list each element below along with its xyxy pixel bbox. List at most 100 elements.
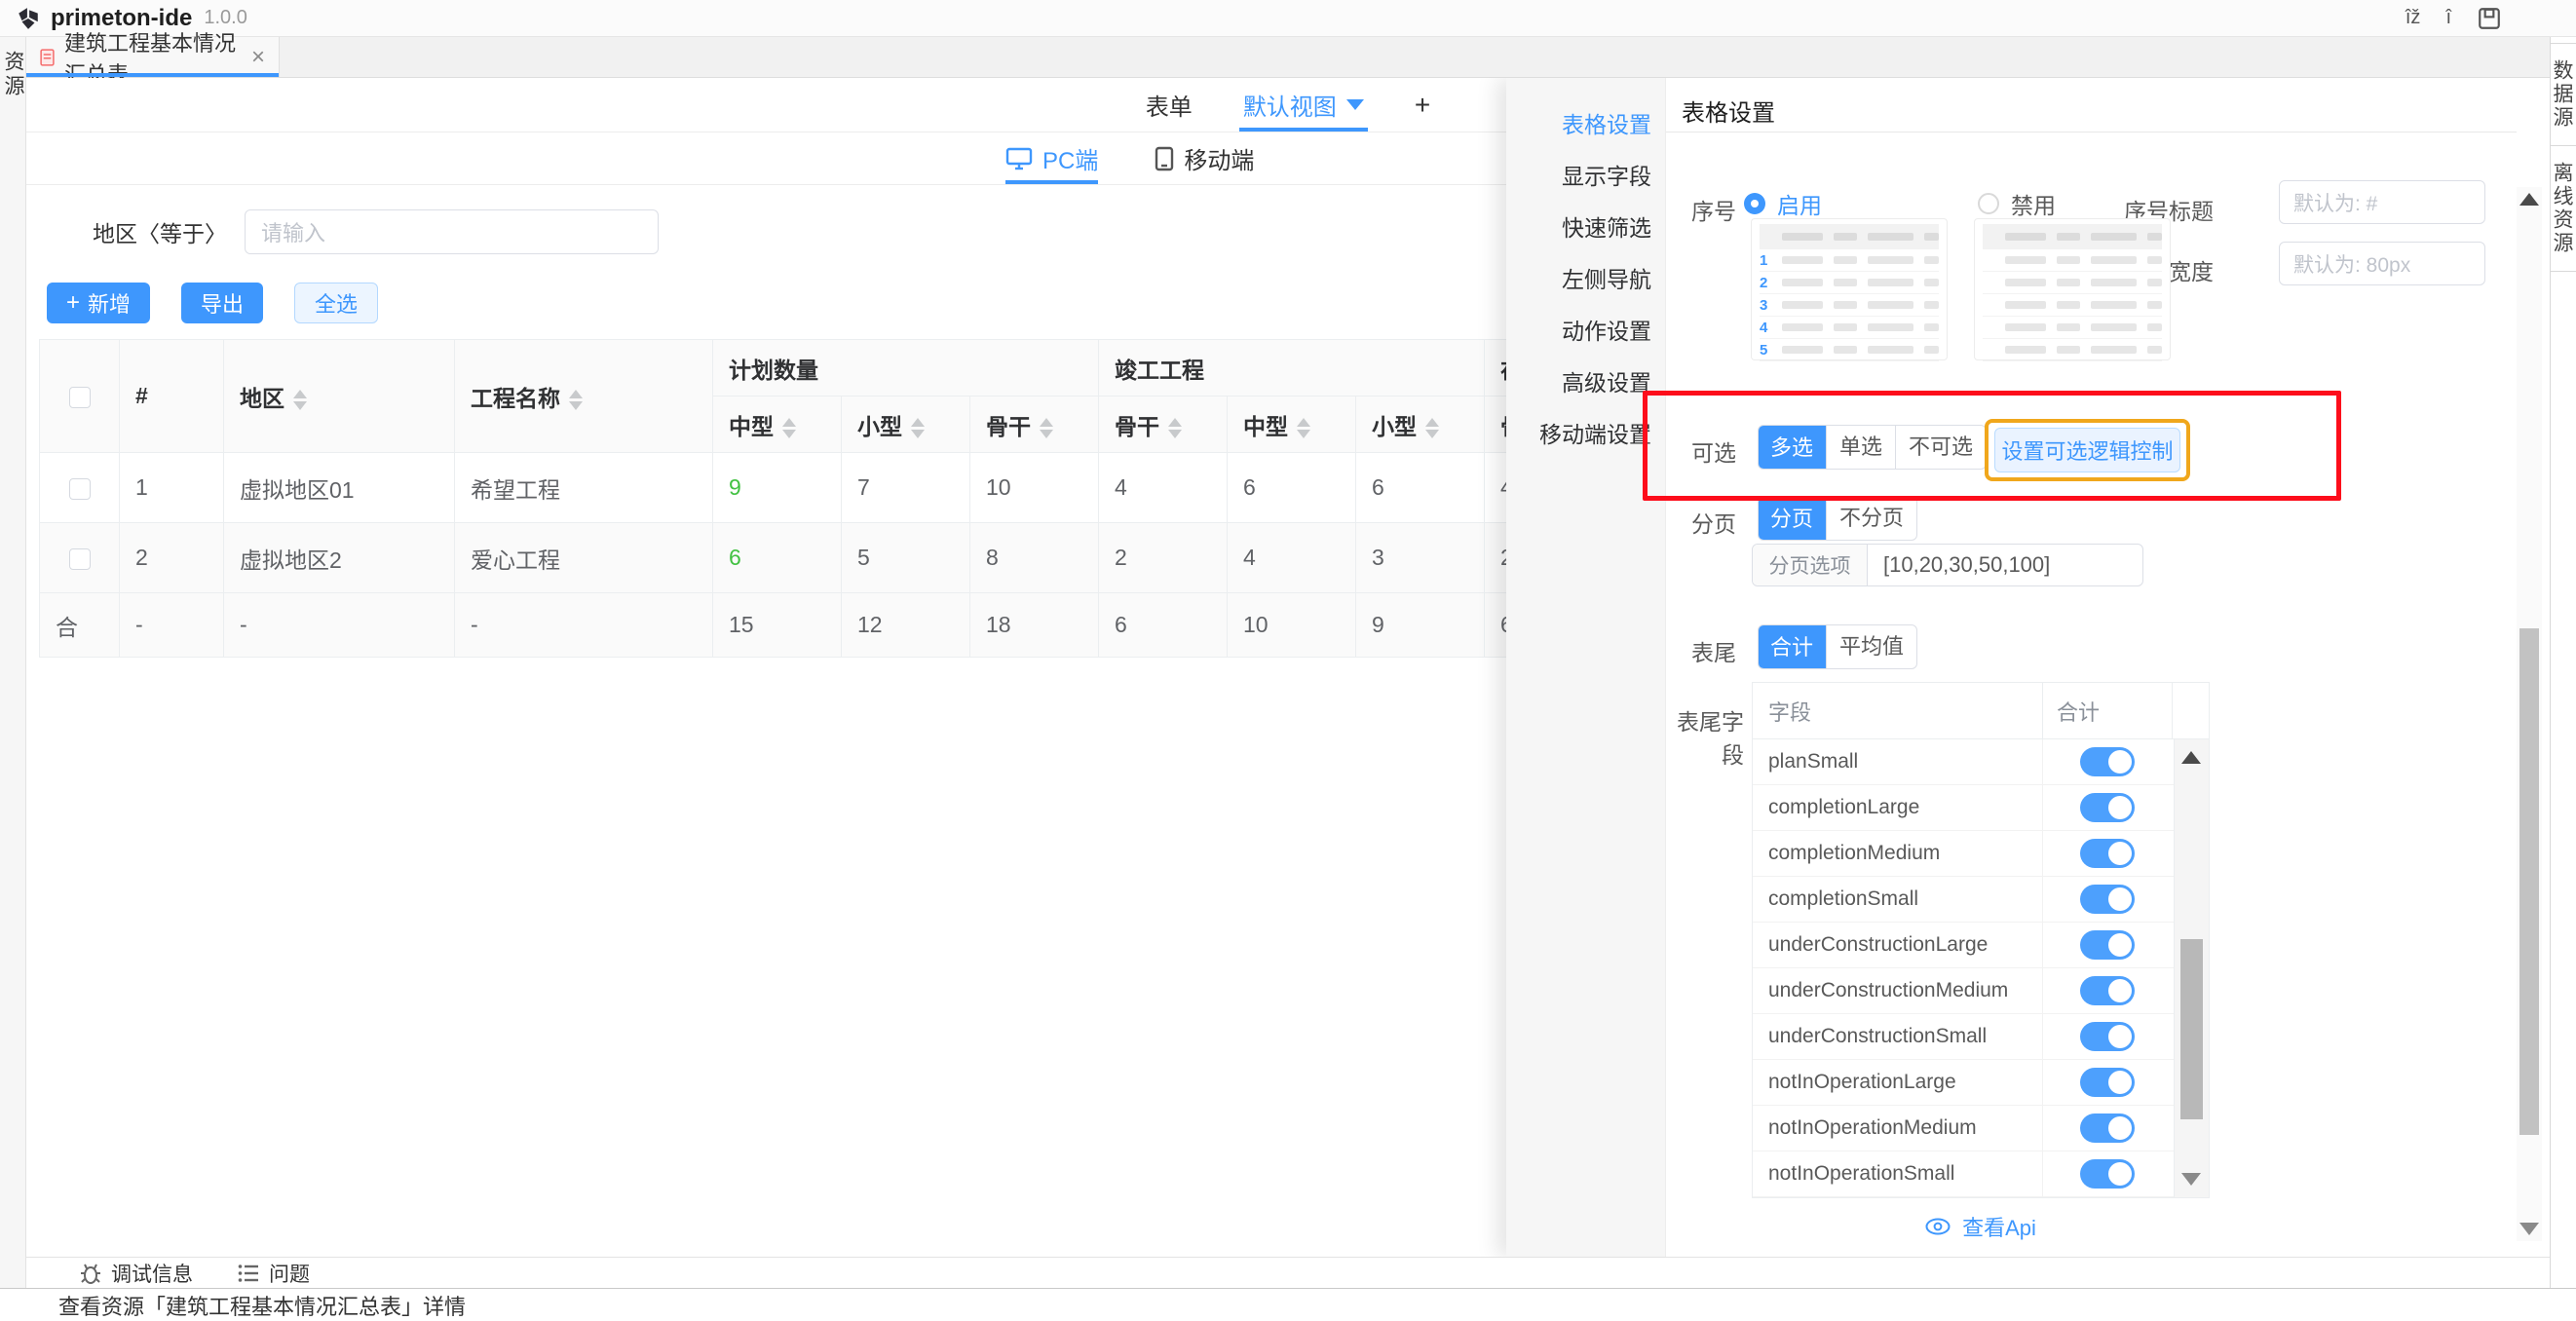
toggle-on[interactable] bbox=[2080, 747, 2135, 776]
add-button[interactable]: + 新增 bbox=[47, 283, 150, 323]
field-row: completionMedium bbox=[1753, 831, 2174, 877]
sidebar-item-1[interactable]: 表格设置 bbox=[1506, 99, 1665, 151]
field-row: notInOperationSmall bbox=[1753, 1151, 2174, 1197]
sub-column-header[interactable]: 骨干 bbox=[970, 396, 1099, 453]
preview-bar bbox=[2057, 346, 2080, 354]
tab-close-icon[interactable]: × bbox=[251, 44, 265, 71]
preview-bar bbox=[1924, 346, 1939, 354]
filter-input[interactable]: 请输入 bbox=[245, 209, 659, 254]
panel-scrollbar[interactable] bbox=[2517, 187, 2542, 1241]
cell: 15 bbox=[713, 593, 842, 658]
scroll-thumb[interactable] bbox=[2180, 939, 2203, 1119]
sidebar-item-4[interactable]: 左侧导航 bbox=[1506, 254, 1665, 306]
sub-column-header[interactable]: 中型 bbox=[713, 396, 842, 453]
select-all-button[interactable]: 全选 bbox=[294, 283, 378, 323]
sub-column-header[interactable]: 小型 bbox=[1356, 396, 1485, 453]
toggle-on[interactable] bbox=[2080, 976, 2135, 1005]
toggle-on[interactable] bbox=[2080, 1068, 2135, 1097]
cell: - bbox=[224, 593, 455, 658]
sidebar-item-3[interactable]: 快速筛选 bbox=[1506, 203, 1665, 254]
titlebar-glyph-2[interactable]: î bbox=[2445, 7, 2451, 29]
sort-icon[interactable] bbox=[1425, 418, 1439, 438]
rail-offline-resources[interactable]: 离线资源 bbox=[2551, 146, 2576, 272]
panel-scroll-down-icon[interactable] bbox=[2519, 1223, 2539, 1235]
tab-mobile[interactable]: 移动端 bbox=[1155, 132, 1254, 184]
serial-disable-radio[interactable]: 禁用 bbox=[1978, 187, 2056, 220]
cell: 2 bbox=[1099, 523, 1228, 593]
sort-icon[interactable] bbox=[1040, 418, 1053, 438]
segment-option[interactable]: 合计 bbox=[1758, 624, 1826, 669]
toggle-on[interactable] bbox=[2080, 839, 2135, 868]
preview-row bbox=[1760, 224, 1939, 249]
sort-icon[interactable] bbox=[1168, 418, 1182, 438]
sort-icon[interactable] bbox=[911, 418, 925, 438]
segment-option[interactable]: 平均值 bbox=[1826, 625, 1916, 668]
column-header[interactable]: # bbox=[120, 340, 224, 453]
save-icon[interactable] bbox=[2477, 6, 2502, 31]
rail-resources[interactable]: 资源 bbox=[0, 51, 27, 99]
panel-scroll-thumb[interactable] bbox=[2519, 628, 2539, 1135]
sort-icon[interactable] bbox=[293, 390, 307, 410]
sub-column-header[interactable]: 小型 bbox=[842, 396, 970, 453]
panel-scroll-up-icon[interactable] bbox=[2519, 193, 2539, 206]
preview-bar bbox=[2147, 346, 2162, 354]
toggle-on[interactable] bbox=[2080, 885, 2135, 914]
serial-title-input[interactable]: 默认为: # bbox=[2279, 180, 2485, 224]
cell: 6 bbox=[713, 523, 842, 593]
tab-default-view[interactable]: 默认视图 bbox=[1243, 78, 1364, 132]
tab-pc[interactable]: PC端 bbox=[1005, 132, 1098, 184]
sidebar-item-5[interactable]: 动作设置 bbox=[1506, 306, 1665, 358]
segment-option[interactable]: 不分页 bbox=[1826, 497, 1916, 540]
debug-info-item[interactable]: 调试信息 bbox=[80, 1259, 193, 1288]
export-button[interactable]: 导出 bbox=[181, 283, 263, 323]
column-header[interactable]: 工程名称 bbox=[455, 340, 713, 453]
serial-width-input[interactable]: 默认为: 80px bbox=[2279, 242, 2485, 285]
sort-icon[interactable] bbox=[782, 418, 796, 438]
row-checkbox[interactable] bbox=[69, 548, 91, 570]
table-footer-label: 表尾 bbox=[1666, 634, 1736, 667]
fields-scrollbar[interactable] bbox=[2174, 739, 2209, 1197]
sidebar-item-2[interactable]: 显示字段 bbox=[1506, 151, 1665, 203]
add-view-button[interactable]: + bbox=[1415, 90, 1430, 121]
pagination-options-group[interactable]: 分页选项 [10,20,30,50,100] bbox=[1752, 544, 2143, 586]
toggle-on[interactable] bbox=[2080, 793, 2135, 822]
preview-row bbox=[1983, 317, 2162, 339]
segment-option[interactable]: 多选 bbox=[1758, 425, 1826, 470]
toggle-on[interactable] bbox=[2080, 930, 2135, 960]
serial-disabled-preview bbox=[1974, 218, 2171, 360]
toggle-on[interactable] bbox=[2080, 1022, 2135, 1051]
preview-bar bbox=[1782, 301, 1822, 309]
row-checkbox[interactable] bbox=[69, 478, 91, 500]
rail-data-source[interactable]: 数据源 bbox=[2551, 43, 2576, 146]
segment-option[interactable]: 不可选 bbox=[1895, 426, 1986, 469]
cell: 4 bbox=[1228, 523, 1356, 593]
sidebar-item-6[interactable]: 高级设置 bbox=[1506, 358, 1665, 409]
pagination-options-label: 分页选项 bbox=[1753, 545, 1868, 585]
scroll-down-icon[interactable] bbox=[2181, 1173, 2201, 1186]
preview-index: 1 bbox=[1760, 252, 1771, 269]
titlebar-glyph-1[interactable]: îž bbox=[2406, 7, 2421, 29]
cell: 10 bbox=[1228, 593, 1356, 658]
view-api-link[interactable]: 查看Api bbox=[1752, 1211, 2210, 1242]
segment-option[interactable]: 单选 bbox=[1826, 426, 1895, 469]
sort-icon[interactable] bbox=[1297, 418, 1310, 438]
preview-bar bbox=[2057, 279, 2080, 286]
sort-icon[interactable] bbox=[569, 390, 583, 410]
column-header[interactable]: 地区 bbox=[224, 340, 455, 453]
serial-enable-radio[interactable]: 启用 bbox=[1744, 187, 1822, 220]
problems-item[interactable]: 问题 bbox=[238, 1259, 310, 1288]
preview-row bbox=[1983, 224, 2162, 249]
toggle-on[interactable] bbox=[2080, 1113, 2135, 1143]
row-checkbox[interactable] bbox=[69, 387, 91, 408]
selectable-logic-button[interactable]: 设置可选逻辑控制 bbox=[1994, 428, 2180, 472]
tab-form[interactable]: 表单 bbox=[1146, 78, 1193, 132]
sub-column-header[interactable]: 中型 bbox=[1228, 396, 1356, 453]
cell: 18 bbox=[970, 593, 1099, 658]
sub-column-header[interactable]: 骨干 bbox=[1099, 396, 1228, 453]
toggle-on[interactable] bbox=[2080, 1159, 2135, 1189]
tab-summary-sheet[interactable]: 建筑工程基本情况汇总表 × bbox=[26, 37, 280, 77]
segment-option[interactable]: 分页 bbox=[1758, 496, 1826, 541]
scroll-up-icon[interactable] bbox=[2181, 751, 2201, 764]
sidebar-item-7[interactable]: 移动端设置 bbox=[1506, 409, 1665, 461]
preview-bar bbox=[1868, 301, 1913, 309]
